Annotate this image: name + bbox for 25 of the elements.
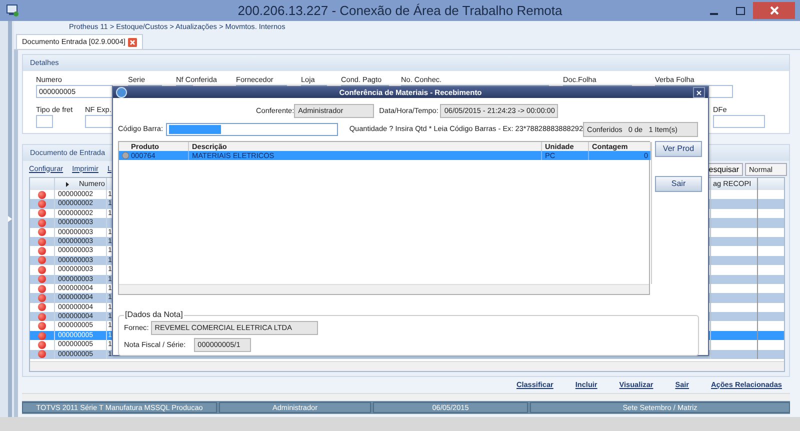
horizontal-scrollbar[interactable] — [22, 393, 790, 401]
close-icon — [770, 6, 778, 15]
vertical-scrollbar[interactable] — [651, 142, 652, 284]
sort-arrow-icon — [66, 182, 69, 186]
remote-desktop-icon — [6, 4, 19, 17]
barcode-field[interactable] — [166, 123, 338, 136]
horizontal-scrollbar[interactable] — [30, 361, 784, 372]
status-icon — [122, 152, 129, 160]
horizontal-scrollbar[interactable] — [119, 284, 649, 294]
expand-arrow-icon[interactable] — [8, 216, 12, 222]
input-field[interactable] — [713, 115, 765, 128]
minimize-icon — [710, 12, 718, 14]
window-title: 200.206.13.227 - Conexão de Área de Trabalho Remota — [238, 2, 562, 20]
close-icon — [696, 90, 702, 96]
dialog-button[interactable]: Sair — [655, 176, 702, 192]
close-button[interactable] — [693, 87, 705, 98]
input-field[interactable] — [36, 115, 53, 128]
horizontal-scrollbar[interactable] — [0, 417, 800, 431]
input-field[interactable] — [85, 115, 115, 128]
maximize-icon — [736, 6, 744, 14]
dialog-button[interactable]: Ver Prod — [655, 141, 702, 158]
app-icon — [116, 87, 127, 98]
close-icon[interactable] — [128, 38, 138, 46]
section-legend: [Dados da Nota] — [124, 311, 184, 320]
close-button[interactable] — [753, 2, 795, 19]
